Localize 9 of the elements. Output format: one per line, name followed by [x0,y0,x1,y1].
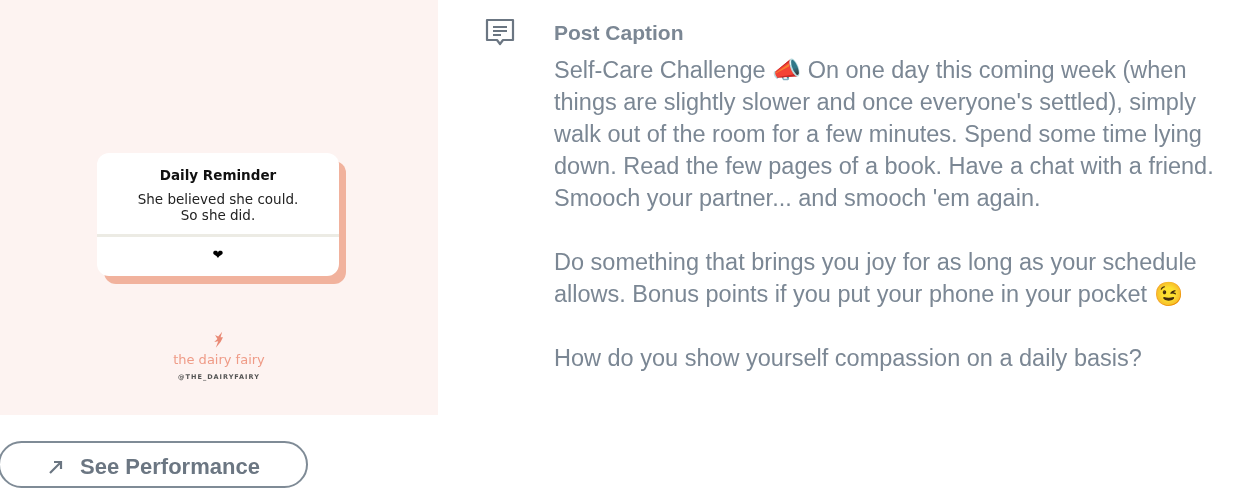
card-title: Daily Reminder [159,167,277,183]
caption-heading: Post Caption [554,21,685,45]
caption-paragraph: Do something that brings you joy for as long as your schedule allows. Bonus points if you put your phone in your pocket 😉 [554,248,1198,309]
heart-symbol: ❤ [212,247,224,262]
card-text: She believed she could. So she did. [137,191,299,223]
see-performance-button[interactable]: See Performance [0,440,308,488]
caption-paragraph: How do you show yourself compassion on a daily basis? [554,344,1143,373]
brand-name: the dairy fairy [173,352,265,367]
caption-paragraph: Self-Care Challenge 📣 On one day this coming week (when things are slightly slower and once everyone's settled), simply walk out of the room for a few minutes. Spend some time lying down. Read the few pages of a book. Have a chat with a friend. Smooch your partner... and smooch 'em again. [554,56,1215,213]
